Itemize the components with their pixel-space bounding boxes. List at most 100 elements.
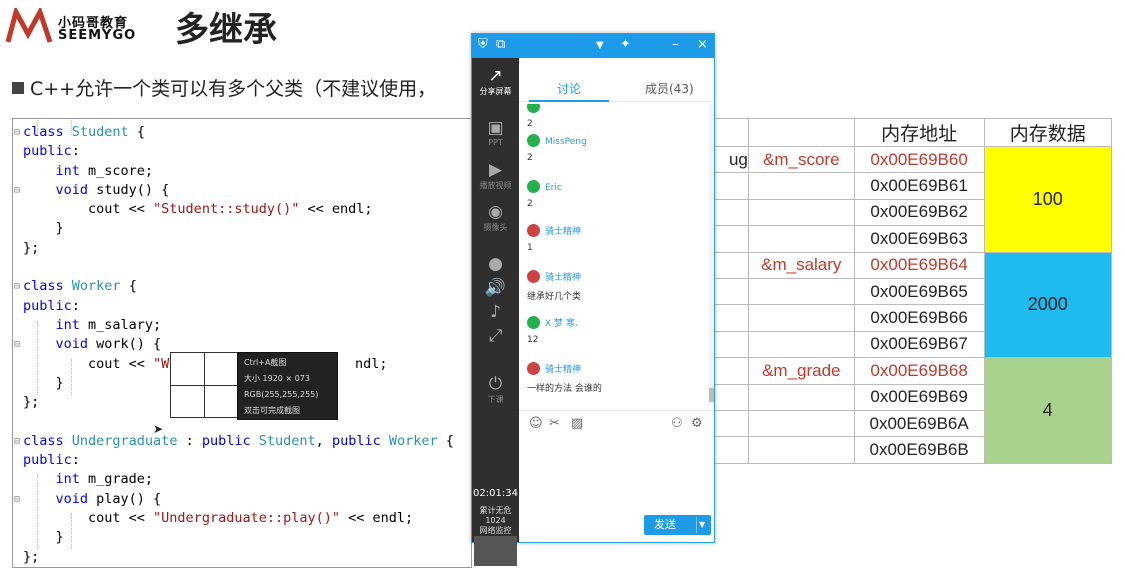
address-cell: 0x00E69B63 [853,225,985,253]
sidebar-item-expand[interactable]: ⤢ [472,326,519,346]
tooltip-line: Ctrl+A截图 [244,358,287,367]
sidebar-item-ppt[interactable]: ▣ PPT [472,118,519,147]
var-cell [747,330,855,359]
pin-icon[interactable]: ✦ [620,37,631,52]
message-text: 1 [527,243,533,253]
stat-value: 1024 [485,516,506,525]
speaker-icon: 🔊 [484,278,507,298]
table-row: ug &m_score 0x00E69B60 100 [706,145,1113,253]
scrollbar-thumb[interactable] [709,388,714,402]
chat-message: 骑士精神 继承好几个类 [527,270,581,302]
users-icon[interactable]: ⚇ [671,416,683,431]
chat-titlebar[interactable]: ⛨ ⧉ ▼ ✦ – × [472,34,714,58]
message-text: 2 [527,119,533,129]
fold-toggle-icon[interactable]: ⊟ [14,123,20,142]
address-cell: 0x00E69B6B [853,436,985,464]
code-fragment: ndl; [355,355,388,372]
chat-tabs: 讨论 成员(43) [519,58,714,102]
tab-discuss[interactable]: 讨论 [557,80,581,97]
fold-toggle-icon[interactable]: ⊟ [14,490,20,509]
bullet-square-icon [12,82,24,94]
stat-label: 累计无危 [479,506,512,515]
code-line: public: [23,297,80,314]
message-scrollbar[interactable] [709,104,714,404]
shield-icon[interactable]: ⛨ [478,37,488,52]
address-cell: 0x00E69B68 [853,357,985,385]
message-sender: 骑士精神 [545,227,582,237]
dropdown-icon[interactable]: ▼ [596,40,604,51]
close-icon[interactable]: × [697,37,708,52]
class-timer: 02:01:34 [473,488,518,499]
sidebar-item-camera[interactable]: ◉ 摄像头 [472,202,519,233]
code-line: int m_grade; [55,471,154,488]
address-cell: 0x00E69B65 [853,277,985,306]
live-class-chat-window[interactable]: ⛨ ⧉ ▼ ✦ – × 02:01:34 累计无危 1024 网络监控 ↗ 分享屏… [471,33,715,566]
chat-message: 2 [527,104,545,129]
code-line: public: [23,452,80,469]
minimize-icon[interactable]: – [672,37,679,52]
sidebar-item-video-play[interactable]: ▶ 播放视频 [472,160,519,191]
var-cell: &m_score [747,145,855,174]
sidebar-item-mic[interactable]: ● [472,254,519,274]
address-cell: 0x00E69B61 [853,172,985,200]
chat-toolbar: ☺ ✂ ▨ ⚇ ⚙ [519,410,714,436]
chat-message: MissPeng 2 [527,134,587,163]
memory-table: 内存地址 内存数据 ug &m_score 0x00E69B60 100 0x00E69B6… [706,118,1113,464]
send-options-icon[interactable]: ▼ [699,515,705,535]
var-cell [747,304,855,332]
screenshot-magnifier [170,352,238,418]
wechat-avatar-icon [527,104,540,113]
indent-guide [37,475,38,549]
message-text: 2 [527,199,533,209]
send-button[interactable]: 发送 ▼ [644,515,711,535]
bullet-text: C++允许一个类可以有多个父类（不建议使用， [30,78,437,100]
fold-toggle-icon[interactable]: ⊟ [14,277,20,296]
sidebar-item-share-screen[interactable]: ↗ 分享屏幕 [472,66,519,97]
chat-sidebar: 02:01:34 累计无危 1024 网络监控 ↗ 分享屏幕 ▣ PPT ▶ 播放视频 ◉ 摄… [472,58,519,566]
var-cell: &m_salary [747,251,855,279]
wechat-avatar-icon [527,316,540,329]
settings-icon[interactable]: ⚙ [691,416,703,431]
sidebar-item-label: 下课 [487,395,504,404]
image-icon[interactable]: ▨ [571,416,583,431]
header-data: 内存数据 [983,118,1113,147]
sidebar-item-speaker[interactable]: 🔊 [472,278,519,298]
fold-toggle-icon[interactable]: ⊟ [14,181,20,200]
indent-guide [71,513,72,549]
message-text: 继承好几个类 [527,292,582,302]
audio-wave-graph [474,536,517,566]
fold-toggle-icon[interactable]: ⊟ [14,335,20,354]
video-play-icon: ▶ [488,160,503,180]
ppt-icon: ▣ [487,118,504,138]
data-value-cell: 100 [983,146,1113,253]
bullet-point: C++允许一个类可以有多个父类（不建议使用， [12,74,436,101]
code-panel: ⊟ class Student {public: int m_score; ⊟ vo… [12,118,472,568]
message-list[interactable]: 2 MissPeng 2 Eric 2 骑士精神 1 骑士精神 继承好几个类 X 梦 寒、 12 骑士… [519,104,709,406]
screenshot-tooltip: Ctrl+A截图 大小 1920 × 073 RGB(255,255,255) … [237,352,338,420]
message-text: 2 [527,153,533,163]
code-line: cout << "Undergraduate::play()" << endl; [23,509,414,526]
stat-block: 累计无危 1024 网络监控 [472,506,519,536]
code-line: ⊟ void play() { [13,490,471,509]
scissors-icon[interactable]: ✂ [549,416,560,431]
indent-guide [71,359,72,395]
send-label: 发送 [654,518,676,531]
var-cell: &m_grade [747,357,855,385]
sidebar-item-power[interactable]: ⏻ 下课 [472,374,519,405]
fold-toggle-icon[interactable]: ⊟ [14,432,20,451]
tooltip-line: 双击可完成截图 [244,406,300,415]
data-value-cell: 2000 [983,251,1113,359]
emoji-icon[interactable]: ☺ [529,416,543,431]
popout-icon[interactable]: ⧉ [496,37,505,52]
power-icon: ⏻ [488,374,503,394]
address-cell: 0x00E69B69 [853,383,985,411]
code-line: ⊟ void study() { [13,181,471,200]
var-cell [747,225,855,253]
user-avatar-icon [527,362,540,375]
sidebar-item-music[interactable]: ♪ [472,302,519,322]
var-cell [747,436,855,464]
indent-guide [37,119,38,135]
tab-members[interactable]: 成员(43) [645,80,694,97]
var-cell [747,383,855,411]
